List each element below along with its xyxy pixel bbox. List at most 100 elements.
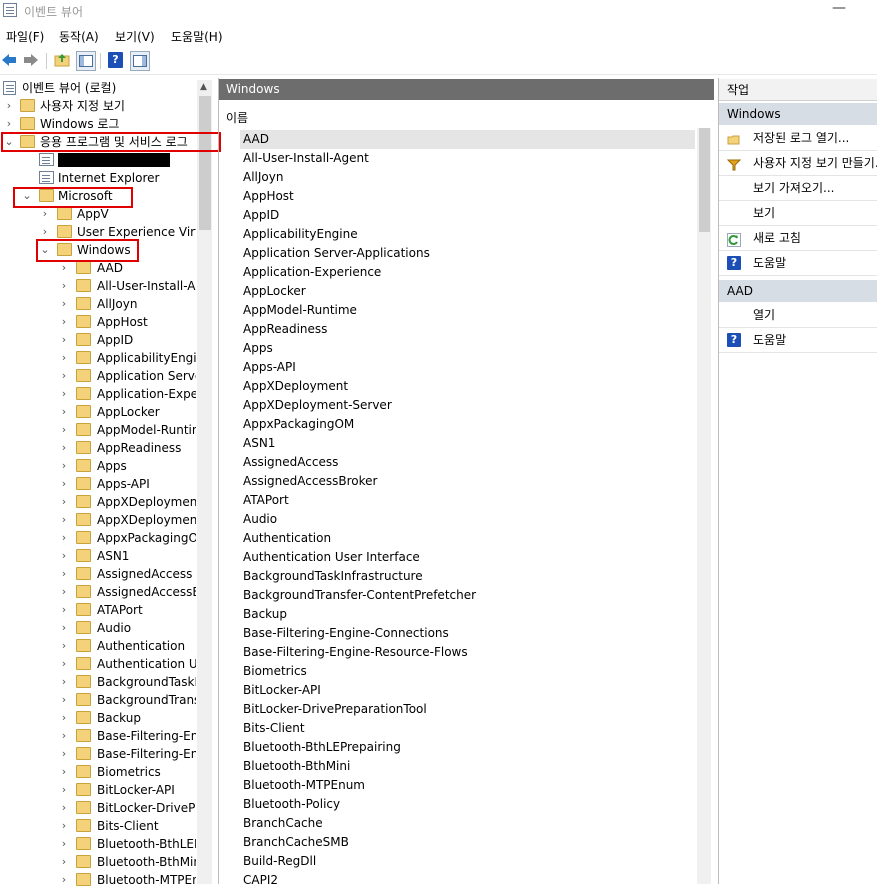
log-list-item[interactable]: AppReadiness	[243, 320, 327, 339]
action-item[interactable]: 보기 가져오기...	[719, 176, 877, 201]
chevron-right-icon[interactable]: ›	[3, 97, 15, 115]
tree-item-windows-child[interactable]: › BackgroundTaskInfrastructure	[0, 673, 196, 691]
chevron-right-icon[interactable]: ›	[58, 601, 70, 619]
chevron-right-icon[interactable]: ›	[58, 385, 70, 403]
chevron-right-icon[interactable]: ›	[58, 853, 70, 871]
tree-item-windows-child[interactable]: › AppXDeployment	[0, 493, 196, 511]
log-list-item[interactable]: Application Server-Applications	[243, 244, 430, 263]
forward-icon[interactable]	[22, 51, 40, 69]
log-list-item[interactable]: Apps	[243, 339, 273, 358]
minimize-icon[interactable]: —	[832, 0, 846, 16]
chevron-right-icon[interactable]: ›	[58, 367, 70, 385]
chevron-right-icon[interactable]: ›	[58, 565, 70, 583]
tree-item-windows-child[interactable]: › AssignedAccess	[0, 565, 196, 583]
tree-item-windows-child[interactable]: › Authentication	[0, 637, 196, 655]
action-item[interactable]: 저장된 로그 열기...	[719, 126, 877, 151]
chevron-right-icon[interactable]: ›	[58, 817, 70, 835]
menu-file[interactable]: 파일(F)	[6, 28, 44, 45]
chevron-right-icon[interactable]: ›	[58, 547, 70, 565]
tree-item-windows-child[interactable]: › AppID	[0, 331, 196, 349]
chevron-right-icon[interactable]: ›	[58, 799, 70, 817]
tree-item-windows-child[interactable]: › All-User-Install-Agent	[0, 277, 196, 295]
log-list-item[interactable]: Backup	[243, 605, 287, 624]
log-list-item[interactable]: Apps-API	[243, 358, 296, 377]
show-hide-tree-icon[interactable]	[76, 51, 96, 71]
tree-item-windows-logs[interactable]: › Windows 로그	[0, 115, 195, 133]
chevron-right-icon[interactable]: ›	[58, 295, 70, 313]
log-list-item[interactable]: AppXDeployment	[243, 377, 348, 396]
log-list-item[interactable]: Biometrics	[243, 662, 307, 681]
chevron-right-icon[interactable]: ›	[58, 439, 70, 457]
tree-item-windows-child[interactable]: › AssignedAccessBroker	[0, 583, 196, 601]
chevron-right-icon[interactable]: ›	[58, 871, 70, 889]
column-header-name[interactable]: 이름	[226, 109, 248, 126]
log-list-item[interactable]: All-User-Install-Agent	[243, 149, 369, 168]
tree-item-windows-child[interactable]: › BackgroundTransfer-ContentPrefetcher	[0, 691, 196, 709]
tree-item-redacted[interactable]	[0, 151, 195, 169]
menu-view[interactable]: 보기(V)	[115, 28, 155, 45]
action-item[interactable]: 새로 고침	[719, 226, 877, 251]
log-list-item[interactable]: Bluetooth-BthLEPrepairing	[243, 738, 401, 757]
tree-item-windows-child[interactable]: › AppHost	[0, 313, 196, 331]
log-list-item[interactable]: Build-RegDll	[243, 852, 316, 871]
log-list-item[interactable]: Bluetooth-Policy	[243, 795, 340, 814]
chevron-right-icon[interactable]: ›	[58, 619, 70, 637]
tree-item-windows-child[interactable]: › Apps	[0, 457, 196, 475]
log-list-item[interactable]: ApplicabilityEngine	[243, 225, 358, 244]
chevron-right-icon[interactable]: ›	[58, 781, 70, 799]
tree-scroll-up-icon[interactable]: ▲	[200, 82, 207, 92]
tree-item-windows-child[interactable]: › ASN1	[0, 547, 196, 565]
tree-item-windows-child[interactable]: › ApplicabilityEngine	[0, 349, 196, 367]
tree-item-windows-child[interactable]: › Base-Filtering-Engine-Resource-Flows	[0, 745, 196, 763]
log-list-item[interactable]: BackgroundTaskInfrastructure	[243, 567, 423, 586]
chevron-right-icon[interactable]: ›	[58, 835, 70, 853]
log-list-item[interactable]: Application-Experience	[243, 263, 381, 282]
list-scrollbar-thumb[interactable]	[699, 128, 710, 232]
log-list-item[interactable]: AAD	[243, 130, 269, 149]
chevron-right-icon[interactable]: ›	[58, 475, 70, 493]
help-icon[interactable]: ?	[108, 52, 123, 68]
tree-item-windows-child[interactable]: › Application Server-Applications	[0, 367, 196, 385]
action-item[interactable]: 열기	[719, 303, 877, 328]
log-list-item[interactable]: AllJoyn	[243, 168, 283, 187]
show-hide-action-icon[interactable]	[130, 51, 150, 71]
chevron-right-icon[interactable]: ›	[58, 493, 70, 511]
tree-item-windows-child[interactable]: › AppReadiness	[0, 439, 196, 457]
log-list-item[interactable]: AppModel-Runtime	[243, 301, 357, 320]
chevron-right-icon[interactable]: ›	[58, 745, 70, 763]
actions-section-aad-header[interactable]: AAD	[719, 280, 877, 302]
tree-item-windows-child[interactable]: › Biometrics	[0, 763, 196, 781]
chevron-right-icon[interactable]: ›	[58, 583, 70, 601]
tree-item-windows-child[interactable]: › AppXDeployment-Server	[0, 511, 196, 529]
chevron-right-icon[interactable]: ›	[58, 403, 70, 421]
chevron-right-icon[interactable]: ›	[58, 277, 70, 295]
tree-item-windows-child[interactable]: › AppxPackagingOM	[0, 529, 196, 547]
tree-item-windows-child[interactable]: › Bluetooth-BthMini	[0, 853, 196, 871]
log-list-item[interactable]: Base-Filtering-Engine-Connections	[243, 624, 449, 643]
tree-root[interactable]: 이벤트 뷰어 (로컬)	[0, 79, 195, 97]
tree-scrollbar-thumb[interactable]	[199, 96, 211, 230]
log-list-item[interactable]: AssignedAccessBroker	[243, 472, 377, 491]
tree-item-windows-child[interactable]: › Audio	[0, 619, 196, 637]
menu-help[interactable]: 도움말(H)	[171, 28, 223, 45]
chevron-right-icon[interactable]: ›	[58, 763, 70, 781]
tree-item-windows-child[interactable]: › Application-Experience	[0, 385, 196, 403]
chevron-right-icon[interactable]: ›	[58, 709, 70, 727]
log-list-item[interactable]: AppXDeployment-Server	[243, 396, 392, 415]
tree-item-windows-child[interactable]: › AppModel-Runtime	[0, 421, 196, 439]
tree-item-windows-child[interactable]: › Base-Filtering-Engine-Connections	[0, 727, 196, 745]
back-icon[interactable]	[0, 51, 18, 69]
log-list-item[interactable]: AssignedAccess	[243, 453, 338, 472]
log-list-item[interactable]: Bluetooth-MTPEnum	[243, 776, 365, 795]
chevron-right-icon[interactable]: ›	[58, 655, 70, 673]
log-list-item[interactable]: AppID	[243, 206, 279, 225]
log-list-item[interactable]: BackgroundTransfer-ContentPrefetcher	[243, 586, 476, 605]
tree-item-windows-child[interactable]: › BitLocker-API	[0, 781, 196, 799]
list-scrollbar[interactable]	[697, 128, 711, 884]
tree-item-windows-child[interactable]: › AppLocker	[0, 403, 196, 421]
chevron-right-icon[interactable]: ›	[58, 511, 70, 529]
tree-item-windows-child[interactable]: › Bluetooth-BthLEPrepairing	[0, 835, 196, 853]
log-list-item[interactable]: Audio	[243, 510, 277, 529]
tree-item-windows-child[interactable]: › AllJoyn	[0, 295, 196, 313]
log-list-item[interactable]: AppHost	[243, 187, 294, 206]
